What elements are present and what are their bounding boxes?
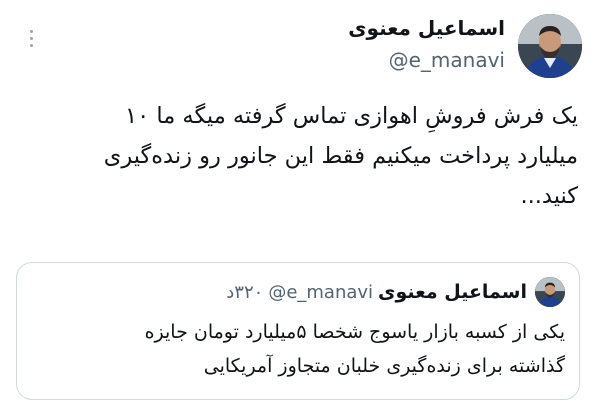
- quoted-header: اسماعیل معنوی @e_manavi ۳۲۰د: [226, 277, 527, 307]
- tweet-line: یک فرش فروشِ اهوازی تماس گرفته میگه ما ۱…: [125, 103, 578, 129]
- author-name[interactable]: اسماعیل معنوی: [348, 16, 505, 40]
- quoted-avatar[interactable]: [535, 277, 565, 307]
- quoted-author-handle[interactable]: @e_manavi: [268, 282, 373, 303]
- author-handle[interactable]: @e_manavi: [389, 48, 505, 72]
- quoted-timestamp[interactable]: ۳۲۰د: [226, 282, 263, 303]
- quoted-author-name[interactable]: اسماعیل معنوی: [378, 281, 527, 303]
- avatar[interactable]: [518, 14, 582, 78]
- tweet-line: میلیارد پرداخت میکنیم فقط این جانور رو ز…: [103, 143, 578, 169]
- quoted-line: گذاشته برای زنده‌گیری خلبان متجاوز آمریک…: [203, 355, 565, 377]
- tweet-line: کنید...: [520, 183, 578, 209]
- more-options-icon[interactable]: [26, 30, 36, 52]
- quoted-tweet[interactable]: اسماعیل معنوی @e_manavi ۳۲۰د یکی از کسبه…: [16, 262, 580, 400]
- tweet-text: یک فرش فروشِ اهوازی تماس گرفته میگه ما ۱…: [14, 96, 578, 216]
- quoted-line: یکی از کسبه بازار یاسوج شخصا ۵میلیارد تو…: [144, 321, 565, 343]
- quoted-text: یکی از کسبه بازار یاسوج شخصا ۵میلیارد تو…: [31, 315, 565, 383]
